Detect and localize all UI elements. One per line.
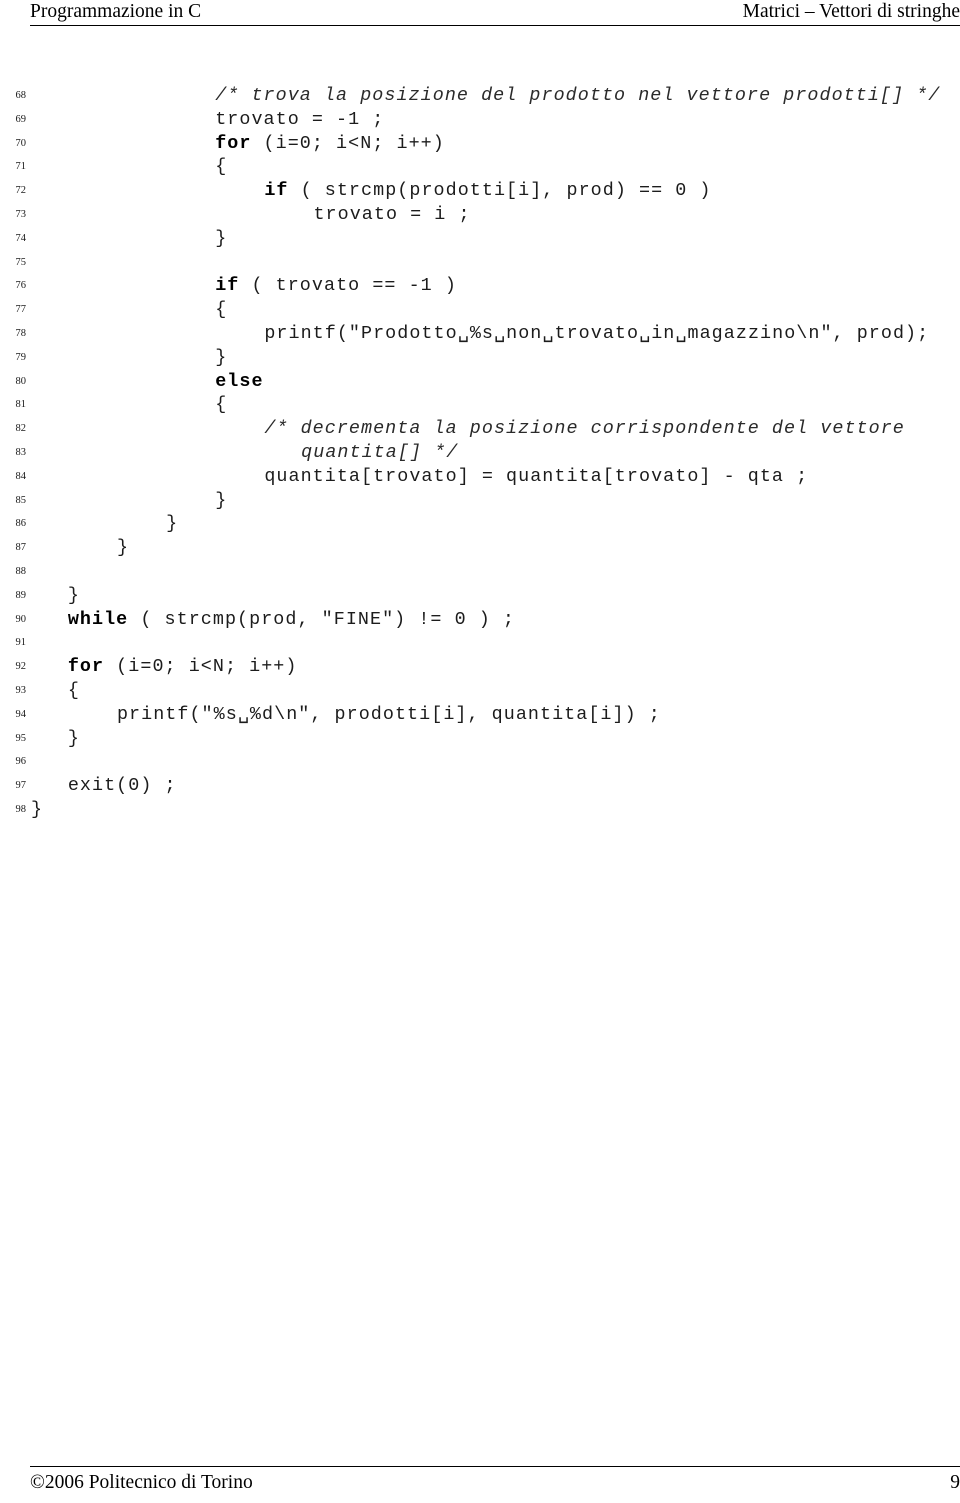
- line-number: 97: [15, 780, 27, 792]
- line-number: 73: [15, 208, 27, 220]
- line-number: 96: [15, 756, 27, 768]
- line-number: 70: [15, 137, 27, 149]
- code-text: {: [215, 299, 228, 321]
- line-number: 78: [15, 327, 27, 339]
- line-number: 87: [15, 542, 27, 554]
- code-line: 85}: [0, 489, 960, 513]
- line-number: 88: [15, 565, 27, 577]
- code-text: while ( strcmp(prod, "FINE") != 0 ) ;: [67, 608, 516, 630]
- code-line: 89}: [0, 584, 960, 608]
- line-number: 86: [15, 518, 27, 530]
- code-line: 84 quantita[trovato] = quantita[trovato] …: [0, 465, 960, 489]
- line-number: 75: [15, 256, 27, 268]
- line-number: 89: [15, 589, 27, 601]
- code-text: }: [166, 513, 179, 535]
- line-number: 98: [15, 803, 27, 815]
- code-text: }: [215, 489, 228, 511]
- code-text: printf("%s␣%d\n", prodotti[i], quantita[…: [116, 703, 661, 725]
- code-text: else: [215, 370, 264, 392]
- code-text: {: [67, 679, 80, 701]
- page-number: 9: [950, 1472, 960, 1493]
- code-text: for (i=0; i<N; i++): [215, 132, 445, 154]
- line-number: 74: [15, 232, 27, 244]
- line-number: 69: [15, 113, 27, 125]
- code-line: 78 printf("Prodotto␣%s␣non␣trovato␣in␣mag…: [0, 322, 960, 346]
- code-line: 87}: [0, 536, 960, 560]
- line-number: 72: [15, 185, 27, 197]
- line-number: 94: [15, 708, 27, 720]
- code-line: 86}: [0, 512, 960, 536]
- code-text: {: [215, 394, 228, 416]
- code-text: }: [31, 798, 44, 820]
- page-footer: ©2006 Politecnico di Torino 9: [30, 1470, 960, 1496]
- code-line: 75: [0, 251, 960, 275]
- code-line: 88: [0, 560, 960, 584]
- code-text: }: [67, 584, 80, 606]
- line-number: 68: [15, 90, 27, 101]
- code-line: 80 else: [0, 370, 960, 394]
- line-number: 91: [15, 637, 27, 649]
- code-line: 83 quantita[] */: [0, 441, 960, 465]
- code-text: quantita[trovato] = quantita[trovato] - …: [264, 465, 809, 487]
- code-text: printf("Prodotto␣%s␣non␣trovato␣in␣magaz…: [264, 322, 930, 344]
- header-left-title: Programmazione in C: [30, 1, 202, 22]
- code-line: 90 while ( strcmp(prod, "FINE") != 0 ) ;: [0, 608, 960, 632]
- code-line: 69 trovato = -1 ;: [0, 108, 960, 132]
- code-text: if ( strcmp(prodotti[i], prod) == 0 ): [264, 180, 712, 202]
- code-line: 68 /* trova la posizione del prodotto nel…: [0, 84, 960, 108]
- code-line: 74}: [0, 227, 960, 251]
- code-line: 97 exit(0) ;: [0, 774, 960, 798]
- line-number: 92: [15, 661, 27, 673]
- line-number: 81: [15, 399, 27, 411]
- line-number: 83: [15, 446, 27, 458]
- line-number: 90: [15, 613, 27, 625]
- line-number: 93: [15, 684, 27, 696]
- code-text: }: [215, 346, 228, 368]
- code-line: 70 for (i=0; i<N; i++): [0, 132, 960, 156]
- code-text: {: [215, 156, 228, 178]
- line-number: 77: [15, 304, 27, 316]
- code-text: trovato = i ;: [313, 203, 471, 225]
- code-listing: 68 /* trova la posizione del prodotto nel…: [0, 84, 960, 822]
- code-line: 98}: [0, 798, 960, 822]
- line-number: 84: [15, 470, 27, 482]
- code-text: for (i=0; i<N; i++): [67, 656, 298, 678]
- header-divider: [30, 25, 960, 26]
- code-line: 91: [0, 631, 960, 655]
- footer-divider: [30, 1466, 960, 1467]
- code-text: /* trova la posizione del prodotto nel v…: [215, 85, 941, 106]
- page-header: Programmazione in C Matrici – Vettori di…: [30, 0, 960, 26]
- code-text: /* decrementa la posizione corrispondent…: [264, 418, 905, 440]
- code-line: 95}: [0, 727, 960, 751]
- code-text: }: [67, 727, 80, 749]
- line-number: 95: [15, 732, 27, 744]
- code-line: 77 {: [0, 298, 960, 322]
- code-line: 79}: [0, 346, 960, 370]
- code-text: }: [116, 537, 130, 559]
- code-line: 94 printf("%s␣%d\n", prodotti[i], quantit…: [0, 703, 960, 727]
- code-line: 96: [0, 750, 960, 774]
- code-line: 82 /* decrementa la posizione corrisponde…: [0, 417, 960, 441]
- code-line: 92 for (i=0; i<N; i++): [0, 655, 960, 679]
- line-number: 85: [15, 494, 27, 506]
- code-text: quantita[] */: [301, 441, 459, 463]
- code-text: trovato = -1 ;: [215, 108, 385, 130]
- line-number: 76: [15, 280, 27, 292]
- line-number: 79: [15, 351, 27, 363]
- code-text: if ( trovato == -1 ): [215, 275, 457, 297]
- code-line: 81 {: [0, 393, 960, 417]
- line-number: 80: [15, 375, 27, 387]
- code-line: 73 trovato = i ;: [0, 203, 960, 227]
- line-number: 82: [15, 423, 27, 435]
- code-text: exit(0) ;: [67, 775, 177, 797]
- code-line: 71 {: [0, 155, 960, 179]
- code-text: }: [215, 227, 228, 249]
- header-right-title: Matrici – Vettori di stringhe: [742, 1, 960, 22]
- code-line: 72 if ( strcmp(prodotti[i], prod) == 0 ): [0, 179, 960, 203]
- code-line: 93 {: [0, 679, 960, 703]
- copyright-notice: ©2006 Politecnico di Torino: [30, 1472, 253, 1493]
- code-line: 76 if ( trovato == -1 ): [0, 274, 960, 298]
- line-number: 71: [15, 161, 27, 173]
